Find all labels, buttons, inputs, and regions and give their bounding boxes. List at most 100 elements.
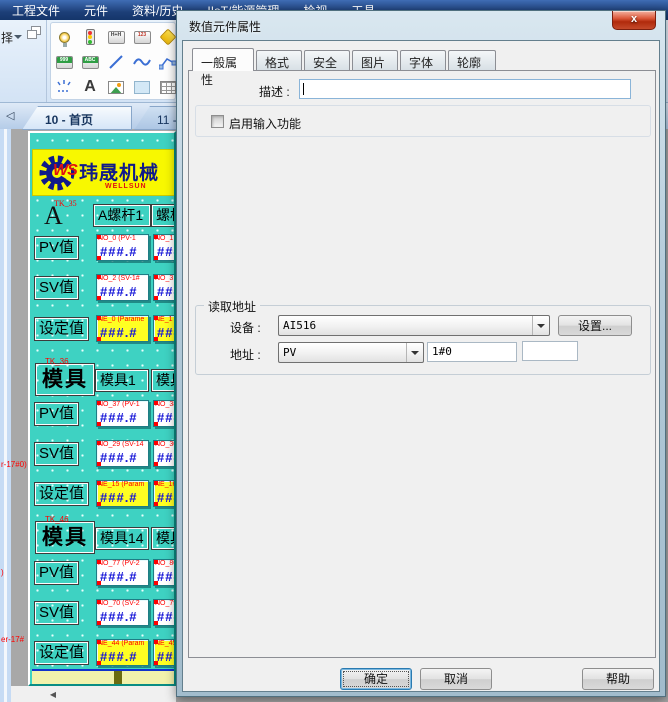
numeric-display-element[interactable]: NO_1 (PV-2 ###.#: [153, 234, 174, 261]
screen-tab-home[interactable]: 10 - 首页: [22, 106, 132, 130]
column-header-screw1[interactable]: A螺杆1: [93, 204, 151, 227]
selection-handle[interactable]: [154, 235, 158, 239]
selection-handle[interactable]: [97, 337, 101, 341]
selection-handle[interactable]: [97, 581, 101, 585]
selection-handle[interactable]: [97, 481, 101, 485]
column-header[interactable]: 模具14: [95, 527, 149, 550]
multistate-element-icon[interactable]: [158, 27, 178, 47]
traffic-light-element-icon[interactable]: [80, 27, 100, 47]
row-label[interactable]: PV值: [33, 561, 80, 585]
dialog-close-button[interactable]: x: [612, 11, 656, 30]
address-extra-field[interactable]: [522, 341, 578, 361]
curve-tool-icon[interactable]: [132, 52, 152, 72]
selection-handle[interactable]: [154, 441, 158, 445]
numeric-button-element-icon[interactable]: 123: [132, 27, 152, 47]
selection-handle[interactable]: [154, 275, 158, 279]
selection-handle[interactable]: [154, 600, 158, 604]
tab-security[interactable]: 安全: [304, 50, 350, 70]
horizontal-scrollbar[interactable]: ◀: [11, 686, 176, 702]
selection-handle[interactable]: [154, 401, 158, 405]
numeric-display-element[interactable]: NO_79 (SV ###.#: [153, 599, 174, 626]
row-label[interactable]: SV值: [33, 442, 80, 466]
selection-handle[interactable]: [154, 256, 158, 260]
column-header-screw2[interactable]: 螺杆2: [151, 204, 174, 227]
tab-general[interactable]: 一般属性: [192, 48, 254, 87]
help-button[interactable]: 帮助: [582, 668, 654, 690]
selection-handle[interactable]: [97, 502, 101, 506]
selection-handle[interactable]: [97, 316, 101, 320]
numeric-display-element[interactable]: NO_38 (PV ###.#: [153, 400, 174, 427]
tab-format[interactable]: 格式: [256, 50, 302, 70]
zone-letter[interactable]: A TK_35: [44, 199, 77, 231]
selection-handle[interactable]: [97, 640, 101, 644]
selection-handle[interactable]: [154, 502, 158, 506]
numeric-display-element[interactable]: NE_15 (Param ###.#: [96, 480, 149, 507]
select-dropdown-icon[interactable]: [14, 35, 22, 39]
selection-handle[interactable]: [154, 316, 158, 320]
text-display-element-icon[interactable]: ABC: [80, 52, 100, 72]
numeric-display-element[interactable]: NO_29 (SV-14 ###.#: [96, 440, 149, 467]
address-value-field[interactable]: 1#0: [427, 342, 517, 362]
duplicate-icon[interactable]: [27, 26, 42, 40]
device-combobox[interactable]: AI516: [278, 315, 550, 336]
selection-handle[interactable]: [97, 462, 101, 466]
select-tool-label[interactable]: 择: [1, 29, 13, 46]
device-settings-button[interactable]: 设置...: [558, 315, 632, 336]
numeric-display-element[interactable]: NO_80 (PV ###.#: [153, 559, 174, 586]
selection-handle[interactable]: [154, 621, 158, 625]
logo-banner[interactable]: WS 玮晟机械 WELLSUN: [32, 149, 174, 196]
selection-handle[interactable]: [97, 560, 101, 564]
selection-handle[interactable]: [154, 462, 158, 466]
selection-handle[interactable]: [97, 256, 101, 260]
row-label[interactable]: PV值: [33, 402, 80, 426]
section-header-label[interactable]: 模具 TK_46: [35, 515, 95, 555]
menu-project-file[interactable]: 工程文件: [0, 2, 72, 19]
enable-input-checkbox[interactable]: [211, 115, 224, 128]
text-tool-icon[interactable]: A: [80, 77, 100, 97]
section-header-label[interactable]: 模具 TK_36: [35, 357, 95, 397]
selection-handle[interactable]: [97, 621, 101, 625]
tab-outline[interactable]: 轮廓: [448, 50, 496, 70]
scroll-left-arrow-icon[interactable]: ◀: [44, 687, 62, 701]
column-header[interactable]: 模具1: [151, 527, 174, 550]
selection-handle[interactable]: [97, 296, 101, 300]
numeric-display-element[interactable]: NO_3 (SV-2 ###.#: [153, 274, 174, 301]
tab-picture[interactable]: 图片: [352, 50, 398, 70]
row-label[interactable]: 设定值: [33, 482, 90, 506]
selection-handle[interactable]: [154, 581, 158, 585]
numeric-display-element[interactable]: NE_16 (Pa ###.#: [153, 480, 174, 507]
selection-handle[interactable]: [154, 560, 158, 564]
selection-handle[interactable]: [97, 275, 101, 279]
numeric-display-element[interactable]: NO_30 (SV ###.#: [153, 440, 174, 467]
numeric-display-element[interactable]: NO_70 (SV-2 ###.#: [96, 599, 149, 626]
numeric-display-element[interactable]: NO_77 (PV-2 ###.#: [96, 559, 149, 586]
column-header[interactable]: 模具1: [95, 369, 149, 392]
numeric-display-element[interactable]: NE_45 (Pa ###.#: [153, 639, 174, 666]
selection-handle[interactable]: [154, 661, 158, 665]
hh-button-element-icon[interactable]: H+H: [106, 27, 126, 47]
combo-dropdown-icon[interactable]: [532, 316, 549, 335]
line-tool-icon[interactable]: [106, 52, 126, 72]
selection-handle[interactable]: [154, 640, 158, 644]
image-tool-icon[interactable]: [106, 77, 126, 97]
tab-scroll-left-icon[interactable]: ◁: [6, 109, 14, 122]
grid-table-tool-icon[interactable]: [158, 77, 178, 97]
selection-handle[interactable]: [154, 481, 158, 485]
column-header[interactable]: 模具2: [151, 369, 174, 392]
selection-handle[interactable]: [97, 661, 101, 665]
row-label[interactable]: 设定值: [33, 641, 90, 665]
row-label[interactable]: 设定值: [33, 317, 90, 341]
numeric-display-element[interactable]: NE_1 (Para ###.#: [153, 315, 174, 342]
ok-button[interactable]: 确定: [340, 668, 412, 690]
selection-handle[interactable]: [97, 401, 101, 405]
numeric-display-element[interactable]: NE_0 (Parame ###.#: [96, 315, 149, 342]
selection-handle[interactable]: [154, 422, 158, 426]
numeric-display-element[interactable]: NO_2 (SV-1# ###.#: [96, 274, 149, 301]
selection-handle[interactable]: [97, 441, 101, 445]
polyline-tool-icon[interactable]: [158, 52, 178, 72]
lamp-element-icon[interactable]: [54, 27, 74, 47]
row-label[interactable]: SV值: [33, 601, 80, 625]
menu-element[interactable]: 元件: [72, 2, 120, 19]
tab-font[interactable]: 字体: [400, 50, 446, 70]
row-label[interactable]: SV值: [33, 276, 80, 300]
